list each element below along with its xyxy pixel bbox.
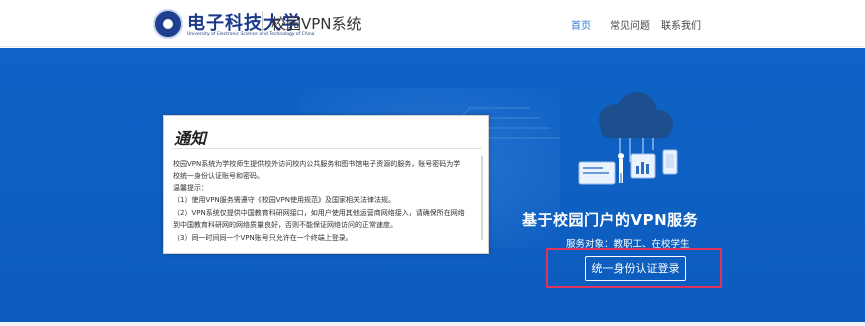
- cloud-computing-illustration-icon: [578, 92, 678, 185]
- notice-line: 到中国教育科研网的网络质量良好，否则不能保证网络访问的正常速度。: [173, 221, 397, 229]
- notice-divider: [172, 148, 482, 149]
- notice-line: 校园VPN系统为学校师生提供校外访问校内公共服务和图书馆电子资源的服务，账号密码…: [173, 160, 461, 168]
- notice-line: （2）VPN系统仅提供中国教育科研网接口，如用户使用其他运营商网络接入，请确保所…: [173, 209, 465, 217]
- notice-line: （1）使用VPN服务需遵守《校园VPN使用规范》及国家相关法律法规。: [173, 196, 395, 204]
- notice-line: （3）同一时间同一个VPN账号只允许在一个终端上登录。: [173, 234, 353, 242]
- nav-contact[interactable]: 联系我们: [661, 17, 701, 32]
- page-bottom-strip: [0, 322, 865, 326]
- header-divider: [262, 11, 263, 35]
- notice-panel: 通知 校园VPN系统为学校师生提供校外访问校内公共服务和图书馆电子资源的服务，账…: [163, 115, 489, 254]
- hero-slogan: 基于校园门户的VPN服务: [522, 211, 699, 229]
- notice-scrollbar[interactable]: [481, 156, 483, 240]
- nav-faq[interactable]: 常见问题: [610, 17, 650, 32]
- nav-home[interactable]: 首页: [571, 17, 591, 32]
- notice-title: 通知: [174, 129, 207, 148]
- top-header: 电子科技大学 University of Electronic Science …: [0, 0, 865, 47]
- unified-auth-login-button[interactable]: 统一身份认证登录: [585, 256, 686, 281]
- notice-line: 温馨提示：: [173, 184, 208, 192]
- system-title: 校园VPN系统: [271, 15, 362, 33]
- notice-line: 校统一身份认证账号和密码。: [173, 172, 264, 180]
- university-logo-icon: [153, 9, 183, 39]
